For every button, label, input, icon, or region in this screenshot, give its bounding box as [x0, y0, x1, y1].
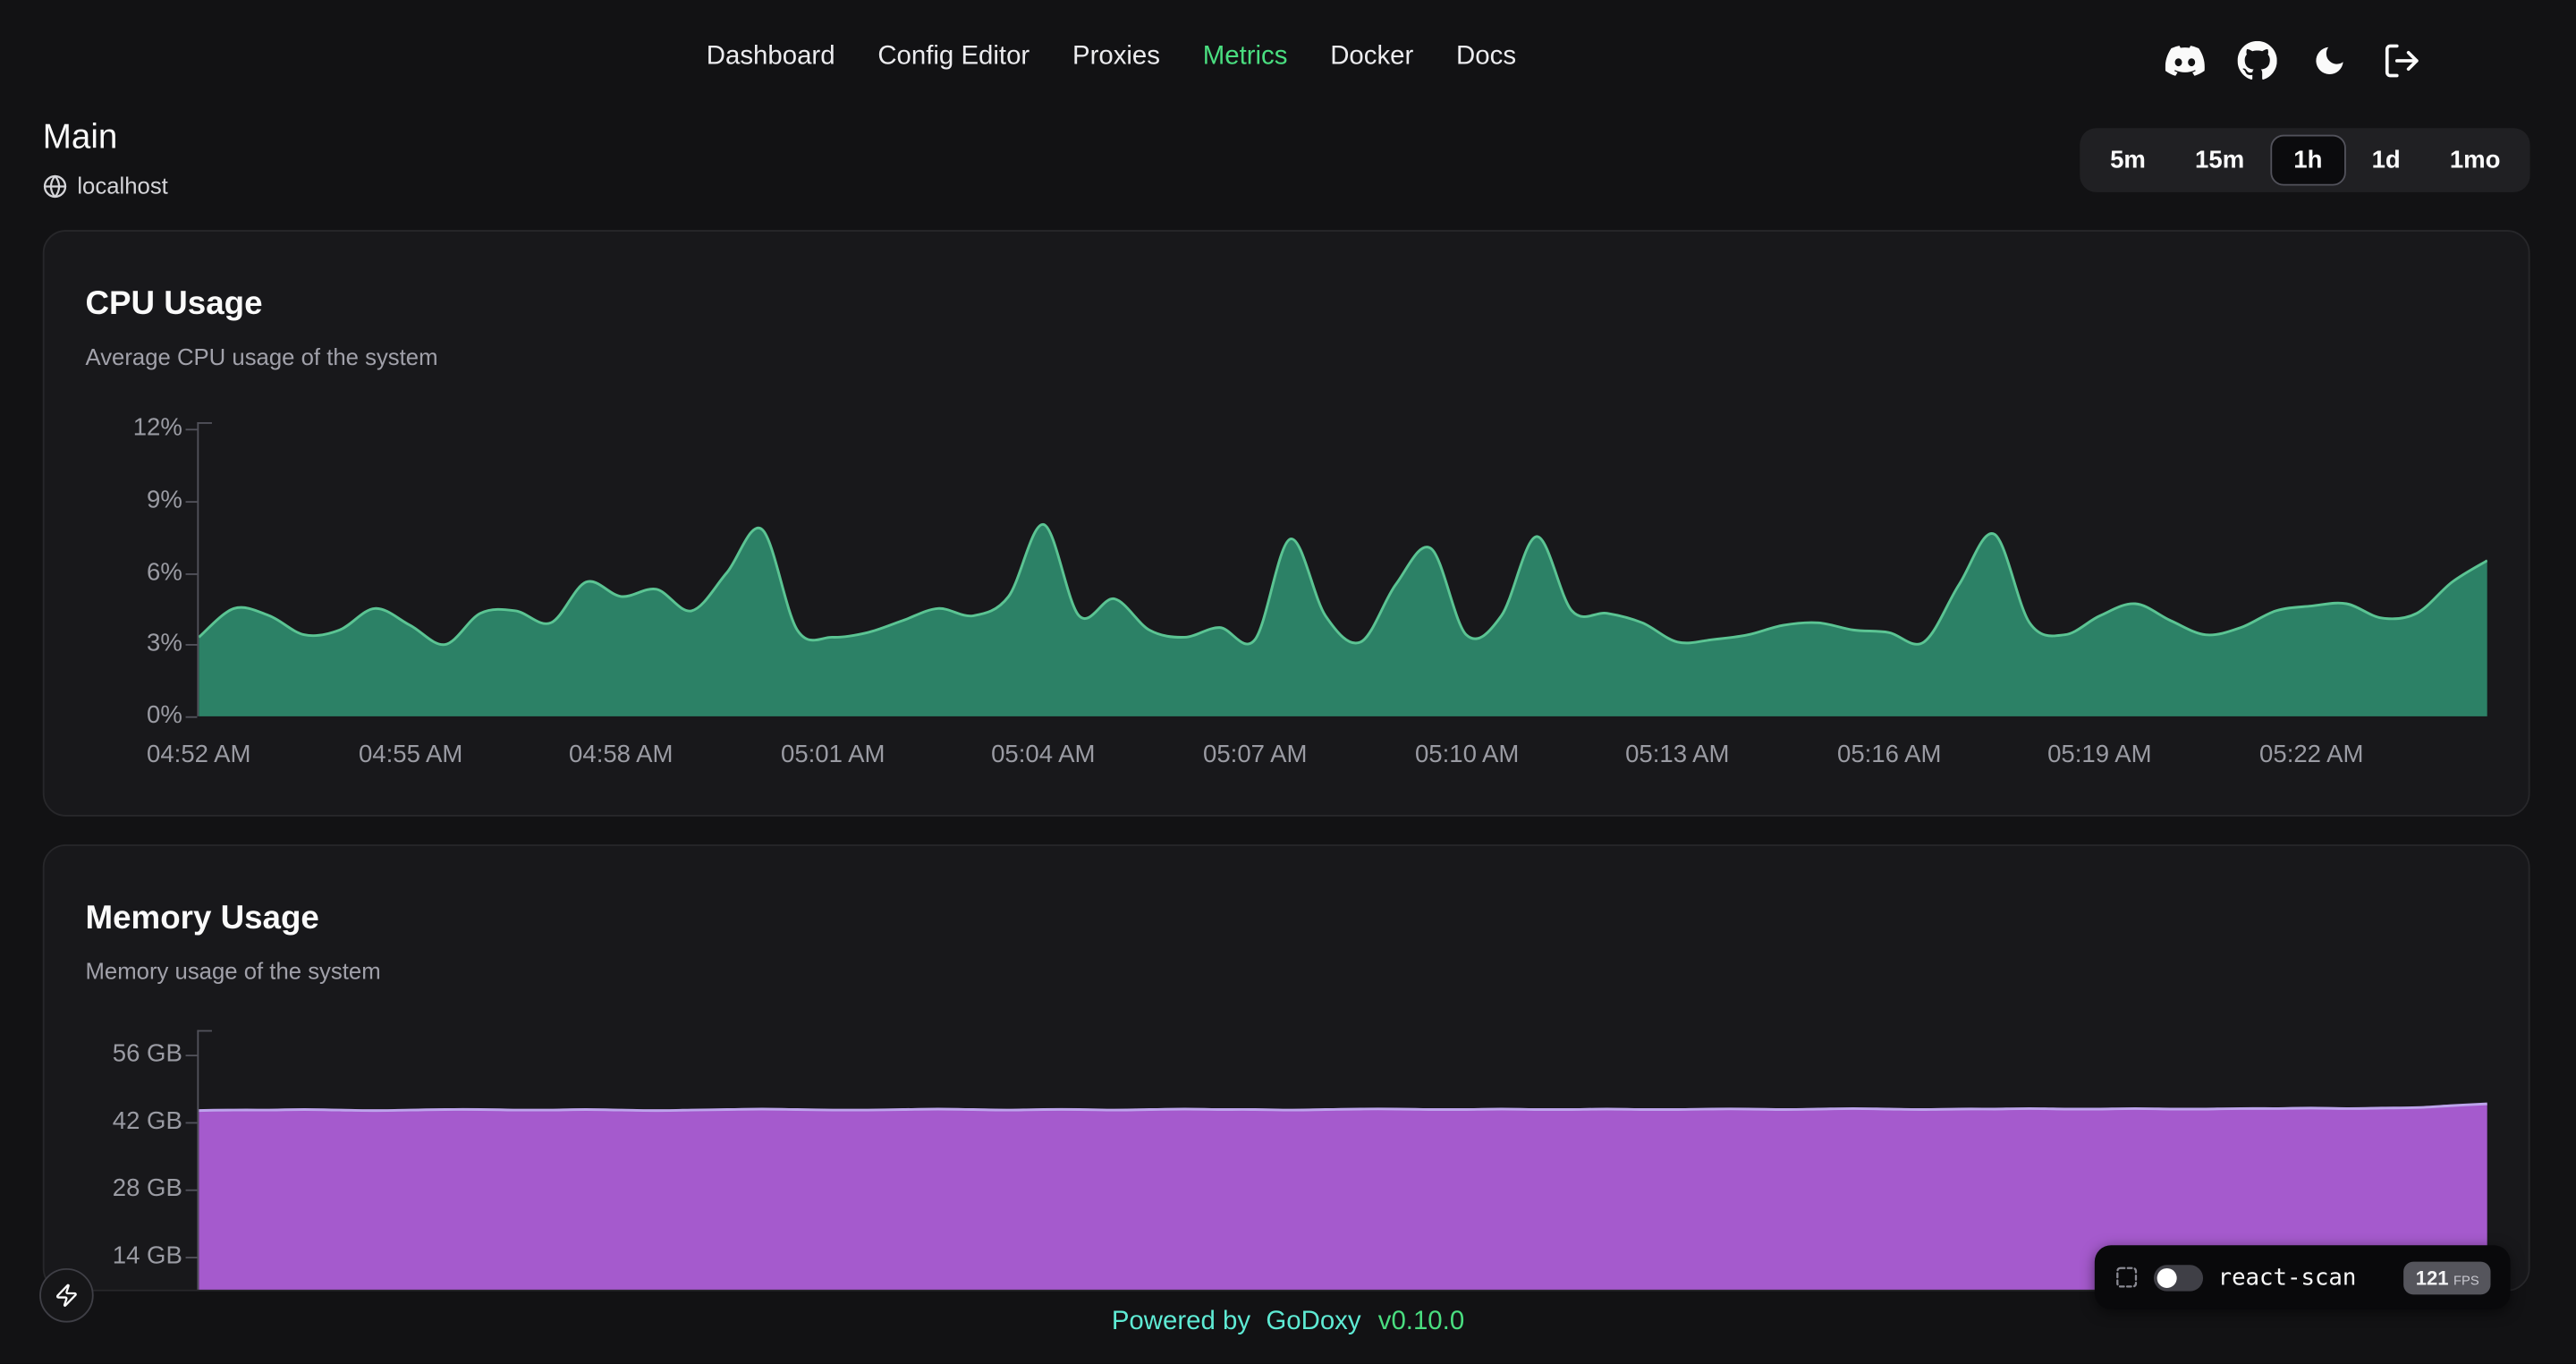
fps-value: 121	[2416, 1266, 2449, 1289]
page-title: Main	[43, 118, 118, 157]
y-tick-label: 14 GB	[45, 1242, 182, 1272]
fps-unit: FPS	[2453, 1273, 2479, 1288]
x-tick-label: 05:01 AM	[754, 741, 911, 768]
nav-item-proxies[interactable]: Proxies	[1072, 43, 1160, 72]
dark-mode-moon-icon[interactable]	[2309, 41, 2349, 80]
top-icons	[2165, 41, 2422, 80]
toggle-knob	[2157, 1267, 2177, 1287]
react-scan-toggle[interactable]	[2154, 1264, 2203, 1290]
x-tick-label: 05:16 AM	[1810, 741, 1968, 768]
y-tick-label: 12%	[45, 414, 182, 444]
react-scan-label: react-scan	[2218, 1264, 2390, 1290]
cpu-card-subtitle: Average CPU usage of the system	[86, 343, 438, 369]
scan-icon	[2114, 1265, 2140, 1290]
memory-y-axis-top-tick	[197, 1030, 212, 1032]
x-tick-label: 05:19 AM	[2021, 741, 2178, 768]
x-tick-label: 04:58 AM	[542, 741, 699, 768]
cpu-y-axis-top-tick	[197, 422, 212, 424]
y-tick-label: 0%	[45, 701, 182, 731]
x-tick-label: 04:55 AM	[332, 741, 489, 768]
y-tick-label: 42 GB	[45, 1107, 182, 1137]
cpu-card-title: CPU Usage	[86, 286, 263, 324]
time-range-1d[interactable]: 1d	[2349, 135, 2424, 186]
x-tick-label: 05:22 AM	[2233, 741, 2390, 768]
godoxy-link[interactable]: GoDoxy	[1266, 1308, 1360, 1335]
main-nav: Dashboard Config Editor Proxies Metrics Dock…	[707, 43, 1516, 72]
y-tick-mark	[186, 1122, 198, 1123]
area-fill	[199, 524, 2487, 716]
time-range-selector: 5m15m1h1d1mo	[2080, 128, 2530, 192]
x-tick-label: 05:13 AM	[1598, 741, 1756, 768]
y-tick-mark	[186, 501, 198, 503]
area-stroke	[199, 1104, 2487, 1111]
logout-icon[interactable]	[2382, 41, 2421, 80]
y-tick-label: 6%	[45, 558, 182, 588]
memory-usage-card: Memory Usage Memory usage of the system …	[43, 844, 2530, 1292]
y-tick-mark	[186, 1055, 198, 1056]
footer: Powered by GoDoxy v0.10.0	[0, 1308, 2576, 1337]
y-tick-mark	[186, 1190, 198, 1191]
discord-icon[interactable]	[2165, 41, 2205, 80]
x-tick-label: 05:04 AM	[964, 741, 1122, 768]
y-tick-mark	[186, 644, 198, 646]
nav-item-docs[interactable]: Docs	[1456, 43, 1516, 72]
time-range-1h[interactable]: 1h	[2271, 135, 2346, 186]
globe-icon	[43, 174, 68, 199]
cpu-area-chart[interactable]	[199, 428, 2487, 717]
y-tick-mark	[186, 573, 198, 575]
x-tick-label: 05:10 AM	[1388, 741, 1546, 768]
nav-item-docker[interactable]: Docker	[1330, 43, 1413, 72]
powered-by-label: Powered by	[1112, 1308, 1250, 1335]
react-scan-widget: react-scan 121 FPS	[2095, 1245, 2511, 1309]
y-tick-mark	[186, 1257, 198, 1258]
y-tick-mark	[186, 428, 198, 430]
x-tick-label: 05:07 AM	[1176, 741, 1334, 768]
host-row: localhost	[43, 173, 168, 199]
topbar: Dashboard Config Editor Proxies Metrics Dock…	[0, 0, 2576, 106]
y-tick-label: 9%	[45, 487, 182, 516]
app-root: Dashboard Config Editor Proxies Metrics Dock…	[0, 0, 2576, 1363]
y-tick-label: 3%	[45, 629, 182, 658]
quick-actions-button[interactable]	[39, 1268, 94, 1323]
time-range-1mo[interactable]: 1mo	[2427, 135, 2523, 186]
y-tick-label: 28 GB	[45, 1174, 182, 1204]
fps-badge: 121 FPS	[2404, 1261, 2491, 1294]
nav-item-config-editor[interactable]: Config Editor	[877, 43, 1030, 72]
x-tick-label: 04:52 AM	[120, 741, 277, 768]
y-tick-label: 56 GB	[45, 1040, 182, 1070]
nav-item-dashboard[interactable]: Dashboard	[707, 43, 835, 72]
zap-icon	[55, 1283, 80, 1308]
memory-card-subtitle: Memory usage of the system	[86, 958, 381, 984]
memory-card-title: Memory Usage	[86, 901, 319, 938]
time-range-5m[interactable]: 5m	[2087, 135, 2168, 186]
y-tick-mark	[186, 716, 198, 718]
time-range-15m[interactable]: 15m	[2172, 135, 2267, 186]
nav-item-metrics[interactable]: Metrics	[1203, 43, 1288, 72]
cpu-usage-card: CPU Usage Average CPU usage of the syste…	[43, 230, 2530, 817]
host-label: localhost	[77, 173, 168, 199]
github-icon[interactable]	[2238, 41, 2277, 80]
version-label: v0.10.0	[1378, 1308, 1464, 1335]
